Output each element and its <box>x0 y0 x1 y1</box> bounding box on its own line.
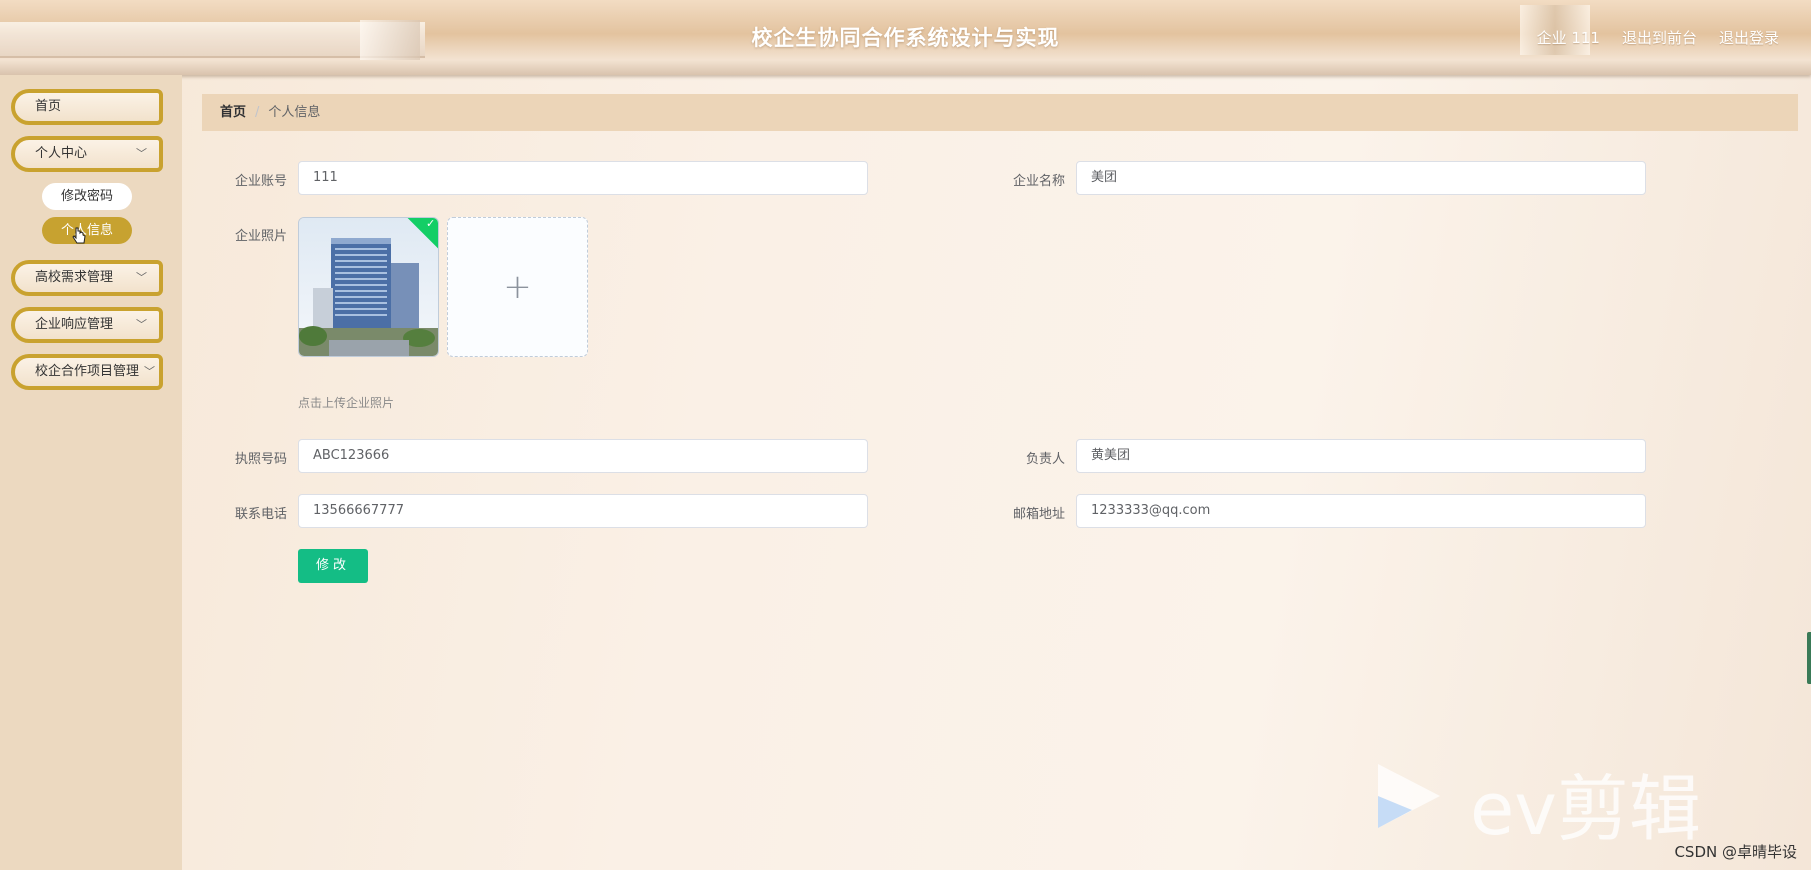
chevron-down-icon: ﹀ <box>136 147 147 160</box>
play-logo-icon <box>1378 764 1440 828</box>
sidebar-item-label: 高校需求管理 <box>35 270 114 285</box>
sidebar-item-personal-center[interactable]: 个人中心 ﹀ <box>11 136 163 172</box>
company-name-label: 企业名称 <box>1012 174 1065 189</box>
owner-field[interactable]: 黄美团 <box>1076 439 1646 473</box>
account-field[interactable]: 111 <box>298 161 868 195</box>
sidebar: 首页 个人中心 ﹀ 修改密码 个人信息 高校需求管理 ﹀ 企业响应管理 ﹀ 校企… <box>0 75 182 870</box>
account-label: 企业账号 <box>234 174 287 189</box>
hand-cursor-icon <box>72 227 86 244</box>
license-label: 执照号码 <box>234 452 287 467</box>
sidebar-item-home[interactable]: 首页 <box>11 89 163 125</box>
email-label: 邮箱地址 <box>1012 507 1065 522</box>
ev-watermark: ev剪辑 <box>1372 760 1701 851</box>
sidebar-subitem-label: 个人信息 <box>60 223 113 238</box>
sidebar-subitem-change-password[interactable]: 修改密码 <box>42 183 132 210</box>
owner-label: 负责人 <box>1025 452 1065 467</box>
sidebar-item-enterprise-response[interactable]: 企业响应管理 ﹀ <box>11 307 163 343</box>
sidebar-subitem-label: 修改密码 <box>60 189 113 204</box>
user-label: 企业 111 <box>1536 29 1600 47</box>
sidebar-subitem-personal-info[interactable]: 个人信息 <box>42 217 132 244</box>
company-name-field[interactable]: 美团 <box>1076 161 1646 195</box>
sidebar-item-label: 首页 <box>35 99 62 114</box>
breadcrumb-separator: / <box>255 105 260 120</box>
sidebar-item-university-needs[interactable]: 高校需求管理 ﹀ <box>11 260 163 296</box>
upload-tip: 点击上传企业照片 <box>298 396 395 410</box>
chevron-down-icon: ﹀ <box>136 318 147 331</box>
chevron-down-icon: ﹀ <box>136 271 147 284</box>
sidebar-item-label: 校企合作项目管理 <box>35 364 140 379</box>
breadcrumb-current: 个人信息 <box>268 105 321 120</box>
csdn-credit: CSDN @卓晴毕设 <box>1674 843 1797 861</box>
check-icon: ✓ <box>426 217 436 230</box>
header-links: 企业 111 退出到前台 退出登录 <box>1537 27 1779 48</box>
phone-field[interactable]: 13566667777 <box>298 494 868 528</box>
logout-link[interactable]: 退出登录 <box>1719 27 1779 48</box>
breadcrumb-home[interactable]: 首页 <box>220 105 246 120</box>
sidebar-item-label: 企业响应管理 <box>35 317 114 332</box>
edge-tab[interactable] <box>1807 632 1811 684</box>
license-field[interactable]: ABC123666 <box>298 439 868 473</box>
plus-icon: + <box>503 267 532 307</box>
breadcrumb: 首页 / 个人信息 <box>202 94 1798 131</box>
sidebar-item-label: 个人中心 <box>35 146 88 161</box>
building-photo-image <box>299 218 438 356</box>
chevron-down-icon: ﹀ <box>144 365 155 378</box>
watermark-text: ev剪辑 <box>1470 767 1701 851</box>
submit-button[interactable]: 修改 <box>298 549 368 583</box>
company-photo-thumbnail[interactable]: ✓ <box>298 217 439 357</box>
phone-label: 联系电话 <box>234 507 287 522</box>
back-to-front-link[interactable]: 退出到前台 <box>1622 27 1697 48</box>
email-field[interactable]: 1233333@qq.com <box>1076 494 1646 528</box>
sidebar-item-cooperation-projects[interactable]: 校企合作项目管理 ﹀ <box>11 354 163 390</box>
top-header: 校企生协同合作系统设计与实现 企业 111 退出到前台 退出登录 <box>0 0 1811 75</box>
photo-label: 企业照片 <box>234 229 287 244</box>
upload-photo-button[interactable]: + <box>447 217 588 357</box>
